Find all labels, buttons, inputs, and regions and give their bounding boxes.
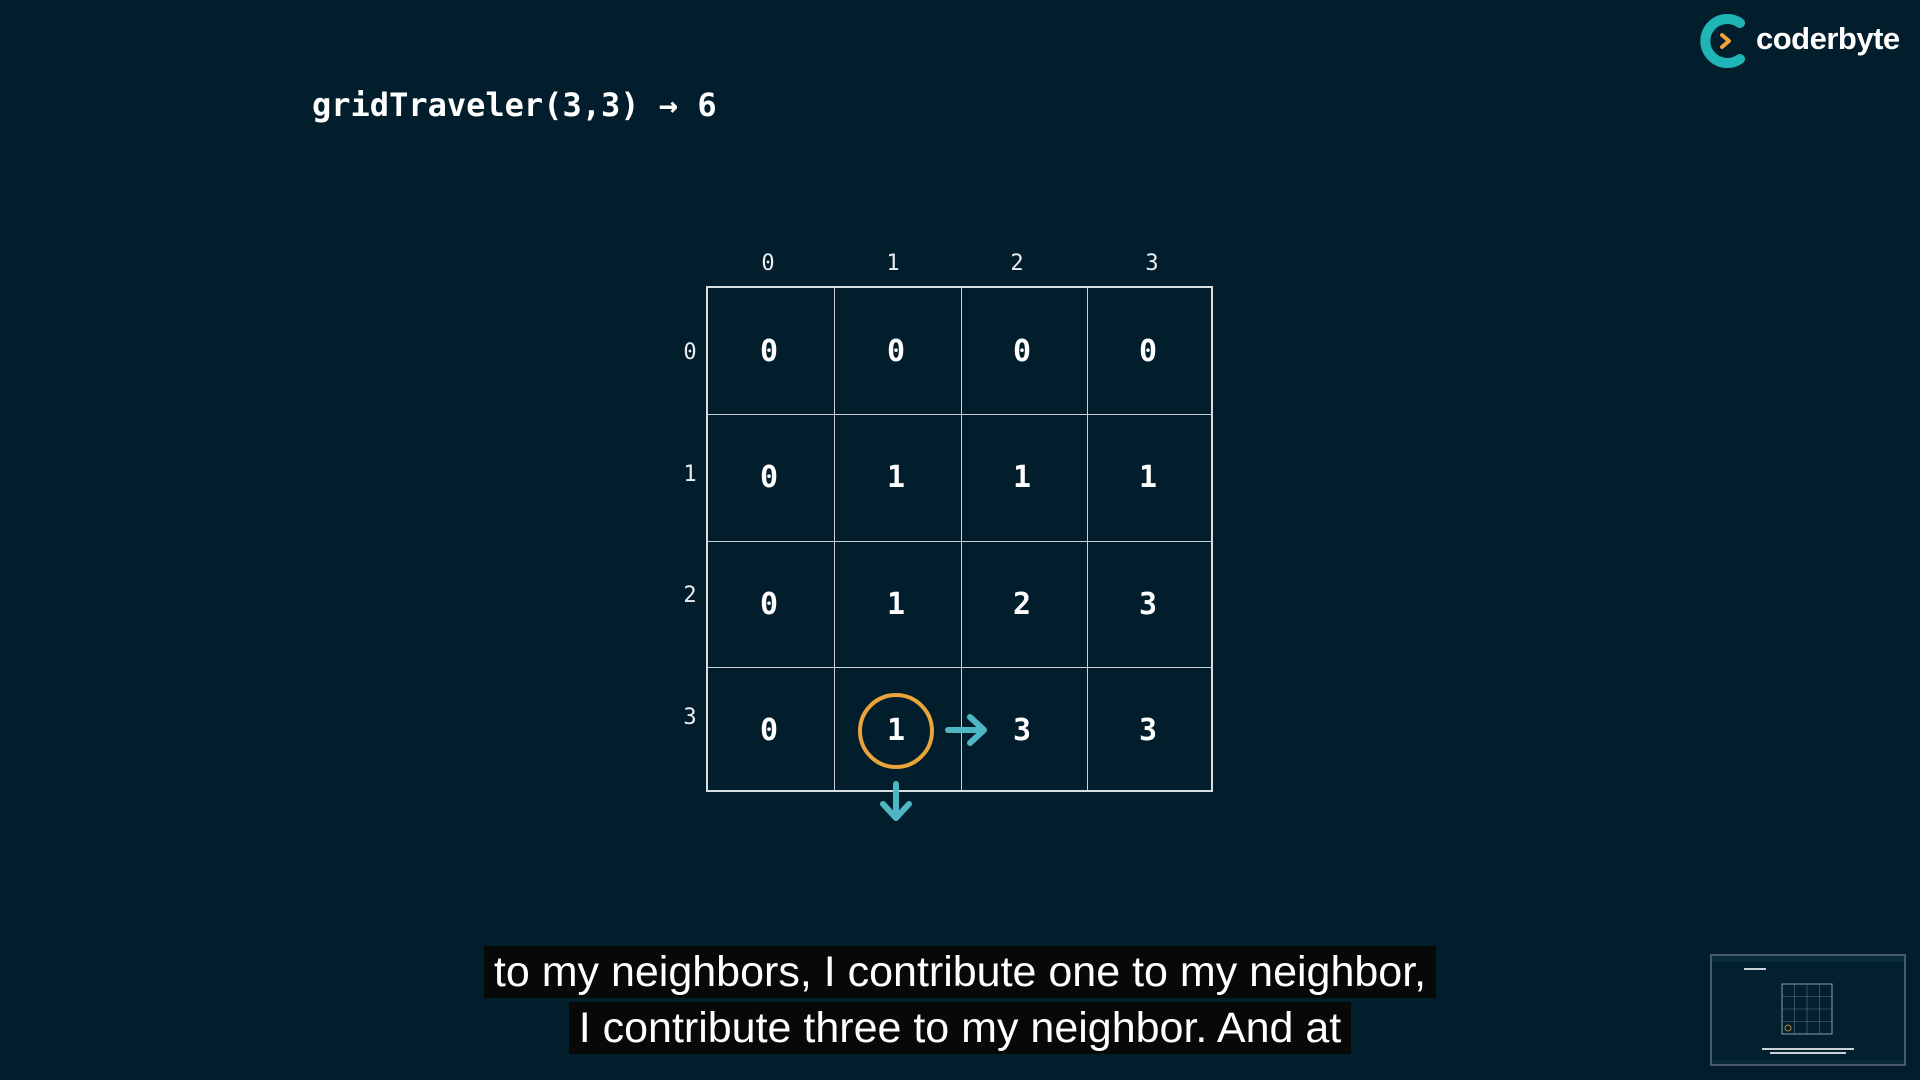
grid-cell-3-3: 3 [1138, 713, 1158, 748]
row-label-2: 2 [683, 583, 697, 608]
grid-cell-2-2: 2 [1012, 587, 1032, 622]
subtitle-text-1: to my neighbors, I contribute one to my … [483, 946, 1437, 998]
video-frame: gridTraveler(3,3) → 6 coderbyte 0 1 2 3 … [0, 0, 1920, 1080]
grid-cell-3-1: 1 [886, 713, 906, 748]
grid-cell-2-1: 1 [886, 587, 906, 622]
grid-cell-2-0: 0 [759, 587, 779, 622]
grid-cell-0-3: 0 [1138, 334, 1158, 369]
grid-cell-3-2: 3 [1012, 713, 1032, 748]
grid-cell-1-3: 1 [1138, 460, 1158, 495]
coderbyte-logo-text: coderbyte [1756, 21, 1900, 56]
grid-cell-3-0: 0 [759, 713, 779, 748]
grid-cell-1-1: 1 [886, 460, 906, 495]
video-preview-thumbnail[interactable] [1710, 954, 1906, 1066]
grid-line [961, 288, 962, 790]
row-label-3: 3 [683, 705, 697, 730]
grid-line [708, 414, 1211, 415]
subtitle-text-2: I contribute three to my neighbor. And a… [568, 1002, 1352, 1054]
grid-cell-1-2: 1 [1012, 460, 1032, 495]
grid-line [834, 288, 835, 790]
thumbnail-preview-icon [1712, 956, 1904, 1064]
grid-line [1087, 288, 1088, 790]
grid-line [708, 667, 1211, 668]
column-label-1: 1 [886, 251, 900, 276]
column-label-2: 2 [1010, 251, 1024, 276]
grid-cell-2-3: 3 [1138, 587, 1158, 622]
grid-cell-1-0: 0 [759, 460, 779, 495]
grid-line [708, 541, 1211, 542]
grid-cell-0-0: 0 [759, 334, 779, 369]
column-label-0: 0 [761, 251, 775, 276]
coderbyte-logo-icon [1700, 14, 1745, 68]
subtitle-line-1: to my neighbors, I contribute one to my … [0, 944, 1920, 1000]
grid-cell-0-2: 0 [1012, 334, 1032, 369]
row-label-0: 0 [683, 340, 697, 365]
grid-cell-0-1: 0 [886, 334, 906, 369]
coderbyte-logo[interactable]: coderbyte [1700, 13, 1910, 69]
row-label-1: 1 [683, 462, 697, 487]
column-label-3: 3 [1145, 251, 1159, 276]
page-title: gridTraveler(3,3) → 6 [312, 86, 717, 124]
subtitle-line-2: I contribute three to my neighbor. And a… [0, 1000, 1920, 1056]
